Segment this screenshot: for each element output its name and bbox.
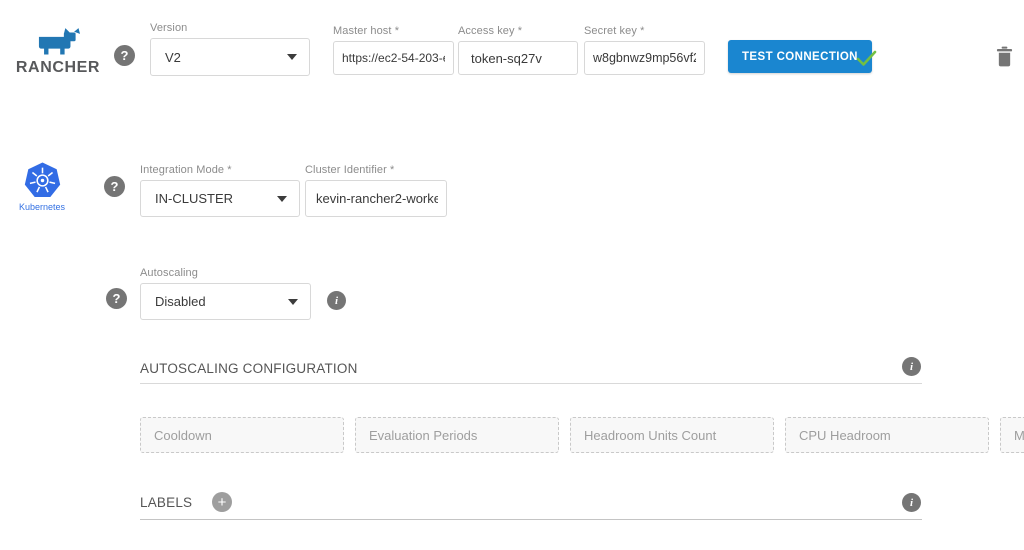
delete-button[interactable]	[996, 46, 1013, 72]
version-label: Version	[150, 22, 310, 34]
version-field: Version V2	[150, 22, 310, 76]
autoscaling-help-icon[interactable]: ?	[106, 288, 127, 309]
autoscaling-field: Autoscaling Disabled	[140, 267, 311, 320]
evaluation-periods-input	[355, 417, 559, 453]
version-value: V2	[165, 50, 181, 65]
secret-key-input[interactable]	[584, 41, 705, 75]
autoscaling-configuration-info-icon[interactable]: i	[902, 357, 921, 376]
version-select[interactable]: V2	[150, 38, 310, 76]
integration-mode-select[interactable]: IN-CLUSTER	[140, 180, 300, 217]
autoscaling-info-icon[interactable]: i	[327, 291, 346, 310]
chevron-down-icon	[277, 196, 287, 202]
chevron-down-icon	[287, 54, 297, 60]
trash-icon	[996, 46, 1013, 67]
autoscaling-value: Disabled	[155, 294, 206, 309]
integration-mode-field: Integration Mode * IN-CLUSTER	[140, 164, 300, 217]
rancher-logo: RANCHER	[12, 27, 104, 77]
integration-mode-label: Integration Mode *	[140, 164, 300, 176]
secret-key-label: Secret key *	[584, 25, 705, 37]
test-connection-button[interactable]: TEST CONNECTION	[728, 40, 872, 73]
section-divider	[140, 383, 922, 384]
secret-key-field: Secret key *	[584, 25, 705, 75]
cpu-headroom-input	[785, 417, 989, 453]
kubernetes-caption: Kubernetes	[19, 202, 65, 212]
master-host-label: Master host *	[333, 25, 454, 37]
add-label-button[interactable]: +	[212, 492, 232, 512]
autoscaling-select[interactable]: Disabled	[140, 283, 311, 320]
section-divider	[140, 519, 922, 520]
kubernetes-logo: Kubernetes	[18, 162, 66, 212]
master-host-input[interactable]	[333, 41, 454, 75]
integration-mode-value: IN-CLUSTER	[155, 191, 233, 206]
autoscaling-configuration-fields	[140, 417, 916, 453]
headroom-units-count-input	[570, 417, 774, 453]
chevron-down-icon	[288, 299, 298, 305]
access-key-label: Access key *	[458, 25, 578, 37]
rancher-wordmark: RANCHER	[16, 59, 100, 77]
labels-info-icon[interactable]: i	[902, 493, 921, 512]
cluster-identifier-field: Cluster Identifier *	[305, 164, 447, 217]
master-host-field: Master host *	[333, 25, 454, 75]
access-key-input[interactable]	[458, 41, 578, 75]
rancher-help-icon[interactable]: ?	[114, 45, 135, 66]
labels-title: LABELS	[140, 495, 192, 510]
kubernetes-wheel-icon	[24, 162, 61, 199]
rancher-bull-icon	[36, 27, 80, 57]
cluster-identifier-label: Cluster Identifier *	[305, 164, 447, 176]
cluster-identifier-input[interactable]	[305, 180, 447, 217]
autoscaling-configuration-title: AUTOSCALING CONFIGURATION	[140, 361, 358, 376]
memory-headroom-input	[1000, 417, 1024, 453]
cooldown-input	[140, 417, 344, 453]
success-check-icon	[853, 46, 879, 70]
kubernetes-help-icon[interactable]: ?	[104, 176, 125, 197]
autoscaling-label: Autoscaling	[140, 267, 311, 279]
access-key-field: Access key *	[458, 25, 578, 75]
